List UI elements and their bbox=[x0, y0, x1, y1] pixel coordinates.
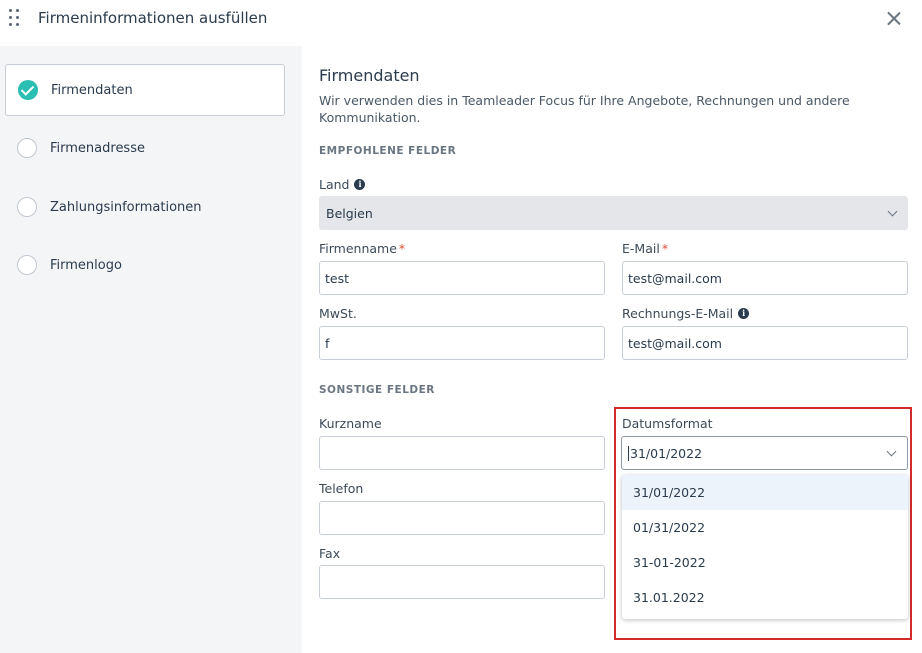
country-select-value: Belgien bbox=[326, 205, 373, 221]
sidebar-item-firmendaten[interactable]: Firmendaten bbox=[5, 64, 285, 116]
short-name-input[interactable] bbox=[319, 436, 605, 470]
phone-input[interactable] bbox=[319, 501, 605, 535]
sidebar-item-zahlungsinformationen[interactable]: Zahlungsinformationen bbox=[5, 181, 285, 233]
invoice-email-label-text: Rechnungs-E-Mail bbox=[622, 306, 734, 321]
empty-circle-icon bbox=[17, 255, 37, 275]
email-label: E-Mail * bbox=[622, 241, 668, 256]
info-icon[interactable]: i bbox=[738, 308, 750, 319]
required-marker: * bbox=[398, 241, 406, 256]
dropdown-option[interactable]: 31-01-2022 bbox=[622, 545, 908, 580]
recommended-fields-heading: EMPFOHLENE FELDER bbox=[319, 145, 457, 157]
company-name-value: test bbox=[325, 270, 350, 286]
steps-sidebar: Firmendaten Firmenadresse Zahlungsinform… bbox=[0, 46, 302, 653]
chevron-down-icon bbox=[886, 446, 897, 457]
section-title: Firmendaten bbox=[319, 66, 420, 85]
drag-handle-icon[interactable] bbox=[9, 9, 21, 27]
country-select[interactable]: Belgien bbox=[319, 196, 908, 230]
modal-header: Firmeninformationen ausfüllen bbox=[0, 0, 922, 46]
sidebar-item-firmenadresse[interactable]: Firmenadresse bbox=[5, 122, 285, 174]
company-name-label: Firmenname * bbox=[319, 241, 405, 256]
country-label: Land i bbox=[319, 177, 366, 192]
phone-label: Telefon bbox=[319, 481, 364, 496]
invoice-email-input[interactable]: test@mail.com bbox=[622, 326, 908, 360]
country-label-text: Land bbox=[319, 177, 350, 192]
sidebar-item-label: Firmendaten bbox=[51, 82, 133, 98]
company-name-label-text: Firmenname bbox=[319, 241, 397, 256]
vat-label: MwSt. bbox=[319, 306, 357, 321]
date-format-select[interactable]: 31/01/2022 bbox=[621, 436, 908, 470]
checkmark-icon bbox=[18, 80, 38, 100]
email-label-text: E-Mail bbox=[622, 241, 660, 256]
invoice-email-value: test@mail.com bbox=[628, 335, 722, 351]
date-format-value: 31/01/2022 bbox=[630, 445, 703, 461]
sidebar-item-firmenlogo[interactable]: Firmenlogo bbox=[5, 239, 285, 291]
vat-input[interactable]: f bbox=[319, 326, 605, 360]
text-caret bbox=[628, 445, 629, 461]
close-icon[interactable] bbox=[885, 10, 903, 28]
dropdown-option[interactable]: 01/31/2022 bbox=[622, 510, 908, 545]
chevron-down-icon bbox=[887, 206, 898, 217]
fax-label: Fax bbox=[319, 546, 341, 561]
empty-circle-icon bbox=[17, 197, 37, 217]
other-fields-heading: SONSTIGE FELDER bbox=[319, 384, 435, 396]
section-description: Wir verwenden dies in Teamleader Focus f… bbox=[319, 93, 850, 125]
sidebar-item-label: Zahlungsinformationen bbox=[50, 199, 202, 215]
short-name-label: Kurzname bbox=[319, 416, 382, 431]
invoice-email-label: Rechnungs-E-Mail i bbox=[622, 306, 750, 321]
company-name-input[interactable]: test bbox=[319, 261, 605, 295]
fax-input[interactable] bbox=[319, 565, 605, 599]
vat-value: f bbox=[325, 335, 330, 351]
dropdown-option[interactable]: 31.01.2022 bbox=[622, 580, 908, 615]
sidebar-item-label: Firmenlogo bbox=[50, 257, 122, 273]
sidebar-item-label: Firmenadresse bbox=[50, 140, 145, 156]
email-value: test@mail.com bbox=[628, 270, 722, 286]
required-marker: * bbox=[661, 241, 669, 256]
email-input[interactable]: test@mail.com bbox=[622, 261, 908, 295]
empty-circle-icon bbox=[17, 138, 37, 158]
date-format-dropdown: 31/01/2022 01/31/2022 31-01-2022 31.01.2… bbox=[622, 475, 908, 619]
info-icon[interactable]: i bbox=[354, 179, 366, 190]
modal-title: Firmeninformationen ausfüllen bbox=[38, 9, 268, 27]
dropdown-option[interactable]: 31/01/2022 bbox=[622, 475, 908, 510]
